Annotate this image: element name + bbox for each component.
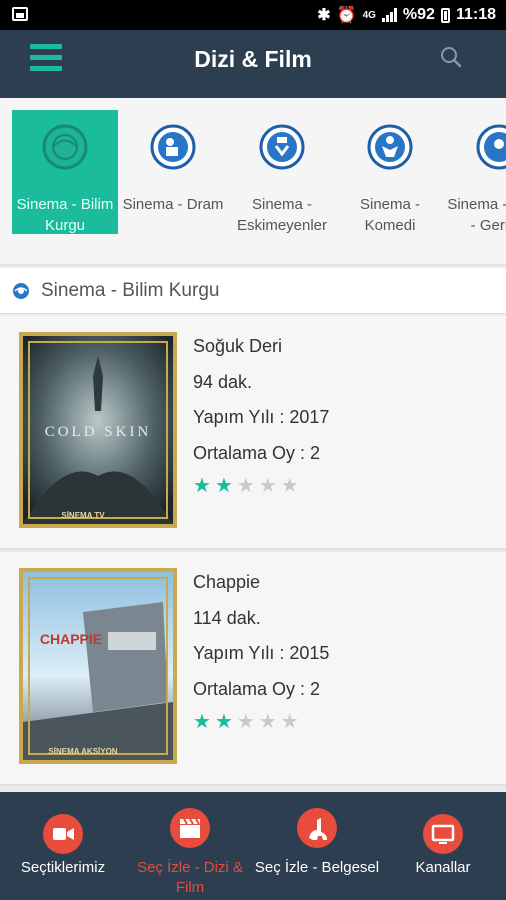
star-icon: ★: [193, 475, 211, 497]
movie-title: Soğuk Deri: [193, 336, 283, 356]
dinosaur-icon: [297, 808, 337, 848]
star-icon: ★: [280, 711, 299, 733]
video-icon: [43, 814, 83, 854]
nav-favorites[interactable]: Seçtiklerimiz: [0, 792, 126, 900]
movie-duration: 114 dak.: [193, 607, 261, 628]
star-icon: ★: [193, 711, 211, 733]
nav-label: Seç İzle - Dizi & Film: [137, 859, 243, 896]
movie-title: Chappie: [193, 572, 261, 592]
globe-icon: [42, 124, 88, 170]
section-header: Sinema - Bilim Kurgu: [0, 268, 506, 314]
star-icon: ★: [214, 475, 233, 497]
globe-icon: [13, 283, 29, 299]
category-label: Sinema - Eskimeyenler: [236, 196, 328, 234]
movie-card[interactable]: CHAPPIE SİNEMA AKSİYON Chappie 114 dak. …: [0, 552, 506, 786]
search-icon[interactable]: [440, 46, 462, 68]
star-icon: ★: [258, 475, 277, 497]
nav-label: Seçtiklerimiz: [20, 859, 106, 876]
poster-brand: SİNEMA TV: [61, 511, 105, 520]
rating-stars: ★ ★ ★ ★ ★: [193, 712, 329, 732]
category-label: Sinema - Korku - Gerilim: [447, 196, 506, 234]
star-icon: ★: [236, 711, 255, 733]
battery-icon: [440, 7, 450, 23]
movie-card[interactable]: COLD SKIN SİNEMA TV Soğuk Deri 94 dak. Y…: [0, 316, 506, 550]
category-comedy[interactable]: Sinema - Komedi: [337, 110, 443, 234]
bluetooth-icon: ✱: [317, 7, 331, 24]
clock: 11:18: [455, 6, 496, 23]
category-label: Sinema - Dram: [122, 196, 224, 213]
clapperboard-icon: [170, 808, 210, 848]
tv-icon: [423, 814, 463, 854]
bottom-navigation: Seçtiklerimiz Seç İzle - Dizi & Film Seç…: [0, 792, 506, 900]
star-icon: ★: [236, 475, 255, 497]
nav-series-film[interactable]: Seç İzle - Dizi & Film: [126, 792, 254, 900]
category-strip: Sinema - Bilim Kurgu Sinema - Dram Sinem…: [0, 98, 506, 266]
nav-label: Kanallar: [415, 859, 471, 876]
poster-image: COLD SKIN SİNEMA TV: [23, 336, 173, 524]
network-type: 4G: [362, 9, 376, 21]
horror-icon: [476, 124, 506, 170]
poster-brand: SİNEMA AKSİYON: [48, 747, 117, 756]
nav-documentary[interactable]: Seç İzle - Belgesel: [254, 792, 380, 900]
category-label: Sinema - Komedi: [359, 196, 421, 234]
gallery-notification-icon: [12, 7, 28, 21]
movie-duration: 94 dak.: [193, 371, 253, 392]
category-sci-fi[interactable]: Sinema - Bilim Kurgu: [12, 110, 118, 234]
nav-channels[interactable]: Kanallar: [380, 792, 506, 900]
section-title: Sinema - Bilim Kurgu: [41, 280, 220, 301]
movie-rating-text: Ortalama Oy : 2: [193, 678, 321, 699]
app-bar: Dizi & Film: [0, 30, 506, 98]
movie-poster: CHAPPIE SİNEMA AKSİYON: [19, 568, 177, 764]
movie-list: COLD SKIN SİNEMA TV Soğuk Deri 94 dak. Y…: [0, 316, 506, 792]
nav-label: Seç İzle - Belgesel: [254, 859, 380, 876]
movie-rating-text: Ortalama Oy : 2: [193, 442, 321, 463]
status-bar: ✱ ⏰ 4G %92 11:18: [0, 0, 506, 30]
star-icon: ★: [280, 475, 299, 497]
movie-year: Yapım Yılı : 2015: [193, 643, 330, 663]
poster-title: COLD SKIN: [45, 424, 152, 440]
rating-stars: ★ ★ ★ ★ ★: [193, 476, 329, 496]
battery-percent: %92: [402, 6, 435, 23]
movie-year: Yapım Yılı : 2017: [193, 407, 330, 427]
drama-icon: [150, 124, 196, 170]
category-label: Sinema - Bilim Kurgu: [16, 196, 114, 234]
poster-image: CHAPPIE SİNEMA AKSİYON: [23, 572, 173, 760]
signal-icon: [381, 8, 397, 22]
category-classics[interactable]: Sinema - Eskimeyenler: [229, 110, 335, 234]
award-icon: [259, 124, 305, 170]
category-drama[interactable]: Sinema - Dram: [120, 110, 226, 234]
star-icon: ★: [258, 711, 277, 733]
movie-poster: COLD SKIN SİNEMA TV: [19, 332, 177, 528]
category-horror[interactable]: Sinema - Korku - Gerilim: [446, 110, 506, 234]
star-icon: ★: [214, 711, 233, 733]
alarm-icon: ⏰: [336, 7, 357, 24]
app-title: Dizi & Film: [194, 46, 312, 72]
comedy-icon: [367, 124, 413, 170]
poster-title: CHAPPIE: [40, 631, 102, 647]
